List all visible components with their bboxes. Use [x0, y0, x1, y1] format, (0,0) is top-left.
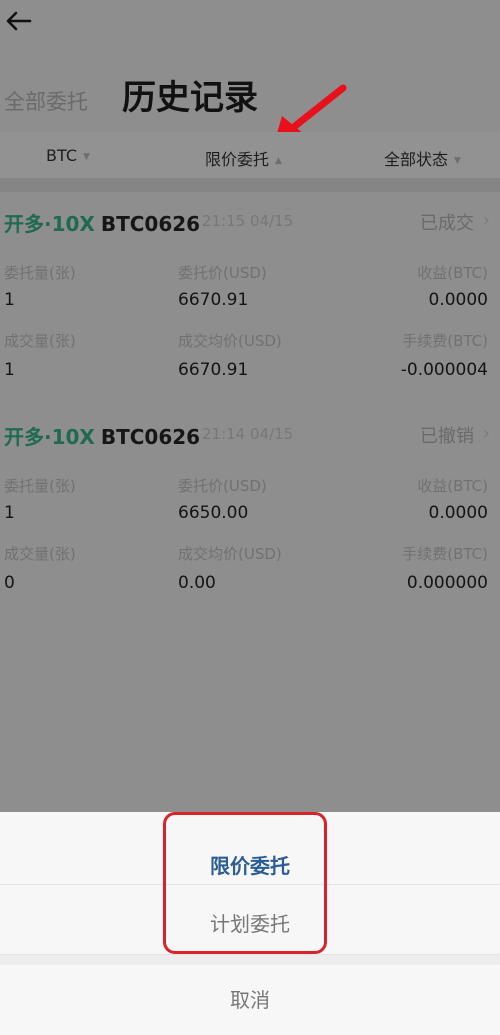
order-title: 开多·10X BTC0626: [4, 208, 200, 237]
chevron-right-icon: ›: [482, 210, 490, 231]
profit-label: 收益(BTC): [417, 264, 488, 282]
price-label: 委托价(USD): [178, 477, 267, 495]
qty-label: 委托量(张): [4, 264, 76, 282]
profit-value: 0.0000: [428, 290, 488, 310]
caret-down-icon: ▼: [82, 152, 90, 162]
price-value: 6650.00: [178, 503, 249, 523]
tab-all-orders[interactable]: 全部委托: [4, 86, 88, 116]
filter-order-type-label: 限价委托: [205, 150, 270, 169]
avg-price-label: 成交均价(USD): [178, 545, 282, 563]
price-value: 6670.91: [178, 290, 249, 310]
order-time: 21:14 04/15: [202, 425, 294, 443]
filter-order-type[interactable]: 限价委托 ▲: [205, 146, 282, 170]
order-symbol: BTC0626: [100, 425, 201, 449]
qty-value: 1: [4, 290, 15, 310]
chevron-right-icon: ›: [482, 423, 490, 444]
caret-up-icon: ▲: [275, 156, 282, 166]
filled-label: 成交量(张): [4, 332, 76, 350]
profit-value: 0.0000: [428, 503, 488, 523]
fee-label: 手续费(BTC): [402, 332, 488, 350]
qty-value: 1: [4, 503, 15, 523]
profit-label: 收益(BTC): [417, 477, 488, 495]
filter-status[interactable]: 全部状态 ▼: [384, 146, 461, 170]
cancel-button[interactable]: 取消: [0, 984, 500, 1013]
order-title: 开多·10X BTC0626: [4, 421, 200, 450]
annotation-highlight-box: [163, 812, 327, 954]
order-status: 已撤销: [420, 426, 474, 447]
avg-price-value: 0.00: [178, 573, 216, 593]
order-time: 21:15 04/15: [202, 212, 294, 230]
divider: [0, 178, 500, 192]
qty-label: 委托量(张): [4, 477, 76, 495]
filled-value: 0: [4, 573, 15, 593]
fee-value: 0.000000: [406, 573, 488, 593]
order-status: 已成交: [420, 213, 474, 234]
page-title: 历史记录: [122, 78, 258, 118]
back-arrow-icon[interactable]: [4, 6, 34, 36]
filter-status-label: 全部状态: [384, 150, 449, 169]
filled-value: 1: [4, 360, 15, 380]
filter-bar: BTC ▼ 限价委托 ▲ 全部状态 ▼: [0, 132, 500, 178]
avg-price-value: 6670.91: [178, 360, 249, 380]
avg-price-label: 成交均价(USD): [178, 332, 282, 350]
price-label: 委托价(USD): [178, 264, 267, 282]
fee-value: -0.000004: [400, 360, 488, 380]
sheet-gap: [0, 955, 500, 965]
history-screen: 全部委托 历史记录 BTC ▼ 限价委托 ▲ 全部状态 ▼ 开多·10X BTC0626…: [0, 0, 500, 812]
order-side: 开多·10X: [4, 425, 95, 449]
order-symbol: BTC0626: [100, 212, 201, 236]
filled-label: 成交量(张): [4, 545, 76, 563]
filter-symbol[interactable]: BTC ▼: [46, 146, 90, 165]
fee-label: 手续费(BTC): [402, 545, 488, 563]
caret-down-icon: ▼: [454, 156, 461, 166]
filter-symbol-label: BTC: [46, 146, 77, 165]
order-side: 开多·10X: [4, 212, 95, 236]
